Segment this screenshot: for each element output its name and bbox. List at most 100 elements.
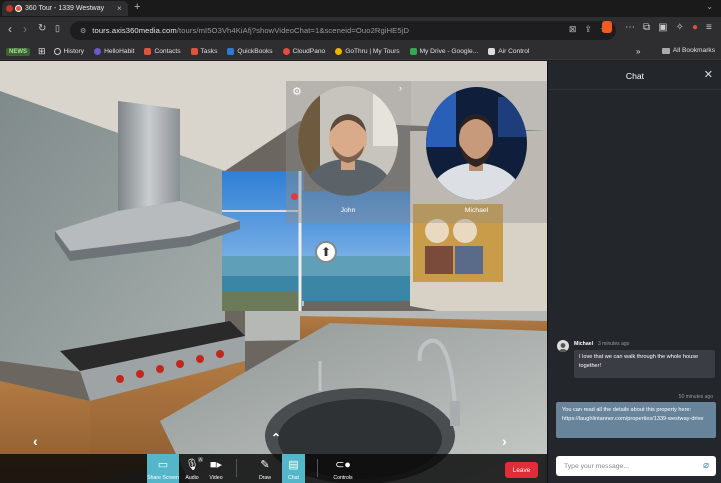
message-time: 50 minutes ago: [678, 394, 713, 400]
extensions-icon[interactable]: ⧉: [643, 22, 650, 33]
url-bar[interactable]: ⚙ tours.axis360media.com/tours/mI5O3Vh4K…: [70, 21, 616, 40]
bookmark-tasks[interactable]: Tasks: [190, 48, 217, 55]
recording-indicator-icon: [291, 193, 298, 200]
chat-bubble-icon: ▤: [288, 459, 299, 471]
profile-icon[interactable]: ●: [692, 22, 698, 33]
bookmark-history[interactable]: History: [53, 48, 85, 55]
gothru-icon: [335, 48, 343, 55]
bookmark-air-control[interactable]: Air Control: [488, 48, 529, 55]
contacts-icon: [144, 48, 152, 55]
settings-gear-icon[interactable]: ⚙: [292, 85, 302, 98]
bookmark-label: CloudPano: [292, 48, 326, 55]
video-button[interactable]: ■▸ Video: [200, 454, 232, 483]
new-tab-button[interactable]: +: [134, 1, 140, 13]
call-toolbar: ▭ Share Screen 🎙︎ Audio A ■▸ Video ✎ Dra…: [0, 454, 547, 483]
chat-header: Chat ✕: [548, 61, 721, 90]
attachment-icon[interactable]: ⌀: [703, 460, 709, 471]
tab-close-icon[interactable]: ×: [117, 4, 122, 13]
tour-viewer[interactable]: ⚙ › John Michael ⬆ ‹ › ⌃ ▭ Share Screen …: [0, 61, 547, 483]
air-control-icon: [488, 48, 496, 55]
url-host: tours.axis360media.com: [92, 26, 177, 35]
avatar: [557, 340, 569, 352]
ai-icon[interactable]: ✧: [676, 22, 684, 33]
video-label: Video: [209, 475, 223, 481]
url-path: /tours/mI5O3Vh4KiAfj?showVideoChat=1&sce…: [176, 26, 410, 35]
participant-name-michael: Michael: [464, 207, 489, 214]
bookmark-hellohabit[interactable]: HelloHabit: [94, 48, 134, 55]
message-sender: Michael: [574, 341, 594, 347]
draw-button[interactable]: ✎ Draw: [249, 454, 281, 483]
expand-toolbar-chevron-icon[interactable]: ⌃: [271, 431, 281, 445]
menu-dots-icon[interactable]: ⋯: [625, 22, 635, 33]
address-bar-row: ‹ › ↻ ▯ ⚙ tours.axis360media.com/tours/m…: [0, 17, 721, 44]
all-bookmarks[interactable]: All Bookmarks: [661, 47, 715, 54]
close-icon[interactable]: ✕: [704, 68, 713, 81]
brave-shields-icon[interactable]: [602, 21, 612, 33]
video-camera-icon: ■▸: [209, 459, 223, 471]
chat-title: Chat: [625, 71, 645, 81]
folder-icon: [661, 47, 670, 54]
tasks-icon: [190, 48, 198, 55]
tab-title: 360 Tour - 1339 Westway: [25, 5, 105, 12]
share-icon[interactable]: ⇪: [584, 24, 592, 35]
message-input[interactable]: [564, 462, 694, 470]
audio-label: Audio: [185, 475, 199, 481]
share-screen-button[interactable]: ▭ Share Screen: [147, 454, 179, 483]
cloudpano-icon: [282, 48, 290, 55]
share-screen-label: Share Screen: [147, 475, 179, 481]
bookmark-label: GoThru | My Tours: [345, 48, 400, 55]
all-bookmarks-label: All Bookmarks: [672, 47, 715, 54]
draw-label: Draw: [258, 475, 272, 481]
bookmark-gothru[interactable]: GoThru | My Tours: [335, 48, 400, 55]
toolbar-divider: [317, 459, 318, 477]
participant-video-john[interactable]: [298, 86, 398, 196]
browser-right-icons: ⋯ ⧉ ▣ ✧ ● ≡: [625, 22, 712, 33]
leave-button[interactable]: Leave: [505, 462, 538, 478]
bookmark-quickbooks[interactable]: QuickBooks: [227, 48, 273, 55]
back-icon[interactable]: ‹: [8, 22, 12, 36]
next-scene-arrow-icon[interactable]: ›: [502, 433, 507, 449]
quickbooks-icon: [227, 48, 235, 55]
monitor-icon: ▭: [157, 459, 169, 471]
participant-video-michael[interactable]: [426, 87, 527, 200]
incoming-message: I love that we can walk through the whol…: [574, 350, 715, 378]
apps-grid-icon[interactable]: ⊞: [38, 46, 46, 57]
bookmark-page-icon[interactable]: ▯: [55, 23, 60, 34]
reader-mode-icon[interactable]: ⊠: [569, 24, 577, 35]
forward-icon[interactable]: ›: [23, 22, 27, 36]
controls-button[interactable]: ⊂● Controls: [327, 454, 359, 483]
browser-tab[interactable]: 360 Tour - 1339 Westway ×: [2, 1, 128, 16]
previous-scene-arrow-icon[interactable]: ‹: [33, 433, 38, 449]
site-favicon-icon: [15, 5, 22, 12]
hellohabit-icon: [94, 48, 102, 55]
bookmark-label: Air Control: [498, 48, 530, 55]
history-icon: [53, 48, 61, 55]
bookmark-cloudpano[interactable]: CloudPano: [282, 48, 326, 55]
bookmark-label: HelloHabit: [104, 48, 135, 55]
collapse-chevron-icon[interactable]: ›: [399, 83, 402, 93]
bookmarks-bar: NEWS ⊞ History HelloHabit Contacts Tasks…: [0, 44, 721, 60]
site-info-icon[interactable]: ⚙: [80, 27, 86, 35]
sidebar-icon[interactable]: ▣: [658, 22, 667, 33]
bookmark-my-drive[interactable]: My Drive - Google...: [409, 48, 478, 55]
toolbar-divider: [236, 459, 237, 477]
url-text: tours.axis360media.com/tours/mI5O3Vh4KiA…: [92, 26, 409, 35]
microphone-icon: 🎙︎: [185, 459, 199, 471]
reload-icon[interactable]: ↻: [38, 23, 46, 34]
tab-list-chevron-icon[interactable]: ⌄: [706, 2, 713, 11]
main-menu-icon[interactable]: ≡: [706, 22, 712, 33]
participant-john-image: [298, 86, 398, 196]
bookmark-label: History: [63, 48, 85, 55]
bookmark-contacts[interactable]: Contacts: [144, 48, 181, 55]
controls-label: Controls: [333, 475, 353, 481]
bookmark-label: QuickBooks: [237, 48, 273, 55]
bookmarks-overflow-icon[interactable]: »: [636, 47, 640, 56]
outgoing-message[interactable]: You can read all the details about this …: [556, 402, 716, 438]
bookmark-label: Contacts: [154, 48, 181, 55]
message-input-box[interactable]: ⌀: [556, 456, 716, 476]
navigation-hotspot-icon[interactable]: ⬆: [315, 241, 337, 263]
chat-label: Chat: [288, 475, 299, 481]
audio-indicator-icon[interactable]: [6, 5, 13, 12]
news-bookmark[interactable]: NEWS: [6, 47, 30, 56]
chat-button[interactable]: ▤ Chat: [282, 454, 305, 483]
